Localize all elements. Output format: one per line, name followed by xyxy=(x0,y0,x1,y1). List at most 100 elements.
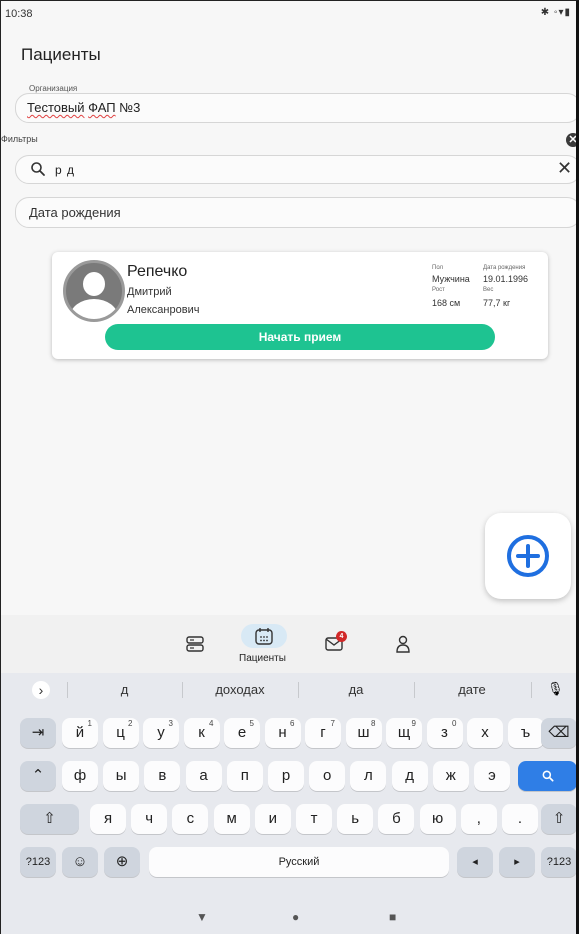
key[interactable]: з0 xyxy=(426,718,463,748)
key-label: д xyxy=(405,767,414,784)
key-label: и xyxy=(268,810,277,827)
key[interactable]: ж xyxy=(432,761,469,791)
keyboard-expand-button[interactable]: › xyxy=(32,681,50,699)
key[interactable]: ъ xyxy=(507,718,544,748)
key[interactable]: м xyxy=(213,804,250,834)
key-label: н xyxy=(278,724,287,741)
key[interactable]: ш8 xyxy=(345,718,382,748)
home-button[interactable]: ● xyxy=(292,910,299,924)
key[interactable]: л xyxy=(350,761,387,791)
key[interactable]: х xyxy=(467,718,503,748)
key-label: й xyxy=(75,724,85,741)
key[interactable]: б xyxy=(378,804,415,834)
key-number-hint: 0 xyxy=(452,719,457,728)
backspace-key[interactable]: ⌫ xyxy=(541,718,576,748)
suggestion-1[interactable]: д xyxy=(67,679,182,701)
key[interactable]: у3 xyxy=(143,718,179,748)
key[interactable]: й1 xyxy=(62,718,98,748)
key-label: с xyxy=(186,810,195,827)
key-label: к xyxy=(198,724,205,741)
avatar xyxy=(63,260,125,322)
key[interactable]: е5 xyxy=(224,718,260,748)
key[interactable]: и xyxy=(254,804,291,834)
avatar-head-shape xyxy=(83,272,105,296)
key-number-hint: 1 xyxy=(87,719,92,728)
key[interactable]: п xyxy=(226,761,263,791)
key-number-hint: 6 xyxy=(290,719,295,728)
nav-profile-icon[interactable] xyxy=(392,633,414,655)
cursor-right-key[interactable]: ▸ xyxy=(499,847,535,877)
key-label: в xyxy=(158,767,167,784)
key-label: . xyxy=(517,810,523,827)
shift-key-left[interactable]: ⇧ xyxy=(20,804,79,834)
key[interactable]: ы xyxy=(103,761,140,791)
weight-value: 77,7 кг xyxy=(483,298,511,308)
key-label: ы xyxy=(115,767,127,784)
microphone-icon[interactable]: 🎙 xyxy=(547,681,564,697)
key[interactable]: , xyxy=(460,804,497,834)
key[interactable]: р xyxy=(268,761,304,791)
caps-key[interactable]: ⌃ xyxy=(20,761,56,791)
key[interactable]: г7 xyxy=(305,718,341,748)
cursor-left-key[interactable]: ◂ xyxy=(457,847,493,877)
birthdate-placeholder: Дата рождения xyxy=(29,205,121,220)
nav-calendar-icon xyxy=(255,628,273,645)
search-clear-icon[interactable]: ✕ xyxy=(557,158,572,179)
sex-value: Мужчина xyxy=(432,274,470,284)
key[interactable]: ц2 xyxy=(102,718,139,748)
space-key[interactable]: Русский xyxy=(149,847,449,877)
organization-value-word3: №3 xyxy=(115,100,141,115)
key[interactable]: я xyxy=(90,804,126,834)
nav-servers-icon[interactable] xyxy=(184,633,206,655)
app-screen: 10:38 ✱ ◦▾▮ Пациенты Организация Тестовы… xyxy=(0,0,579,934)
key-label: ж xyxy=(445,767,456,784)
mail-badge: 4 xyxy=(336,631,347,642)
key[interactable]: щ9 xyxy=(386,718,422,748)
key-label: ь xyxy=(351,810,360,827)
key[interactable]: в xyxy=(144,761,181,791)
key[interactable]: ч xyxy=(131,804,168,834)
clear-filters-icon[interactable]: ✕ xyxy=(566,133,576,147)
suggestion-2[interactable]: доходах xyxy=(182,679,298,701)
sex-label: Пол xyxy=(432,265,444,271)
key[interactable]: ь xyxy=(337,804,374,834)
suggestion-3[interactable]: да xyxy=(298,679,414,701)
search-value: р д xyxy=(55,163,76,177)
key[interactable]: о xyxy=(309,761,346,791)
recents-button[interactable]: ■ xyxy=(389,910,396,924)
key-number-hint: 5 xyxy=(249,719,254,728)
dob-label: Дата рождения xyxy=(483,265,526,271)
start-appointment-button[interactable]: Начать прием xyxy=(105,324,495,350)
shift-key-right[interactable]: ⇧ xyxy=(541,804,576,834)
search-input[interactable] xyxy=(15,155,576,184)
symbols-key-left[interactable]: ?123 xyxy=(20,847,56,877)
add-patient-button[interactable] xyxy=(485,513,571,599)
key[interactable]: ю xyxy=(419,804,456,834)
keyboard-search-key[interactable] xyxy=(518,761,576,791)
key[interactable]: к4 xyxy=(183,718,220,748)
symbols-key-right[interactable]: ?123 xyxy=(541,847,576,877)
organization-value-word2: ФАП xyxy=(88,100,116,115)
key[interactable]: ф xyxy=(62,761,98,791)
emoji-key[interactable]: ☺ xyxy=(62,847,98,877)
globe-key[interactable]: ⊕ xyxy=(104,847,140,877)
key-label: ч xyxy=(145,810,154,827)
key[interactable]: . xyxy=(502,804,538,834)
key-number-hint: 7 xyxy=(330,719,335,728)
search-icon xyxy=(31,162,45,176)
key[interactable]: д xyxy=(391,761,428,791)
bottom-navigation xyxy=(1,615,576,673)
height-label: Рост xyxy=(432,287,445,293)
key-label: г xyxy=(320,724,326,741)
key-label: л xyxy=(364,767,373,784)
tab-key[interactable]: ⇥ xyxy=(20,718,56,748)
key[interactable]: т xyxy=(296,804,332,834)
back-button[interactable]: ▼ xyxy=(196,910,208,924)
suggestion-4[interactable]: дате xyxy=(414,679,530,701)
patient-middle-name: Алексанрович xyxy=(127,304,200,316)
plus-circle-icon xyxy=(507,535,549,577)
key[interactable]: н6 xyxy=(264,718,301,748)
key[interactable]: а xyxy=(185,761,222,791)
key[interactable]: с xyxy=(172,804,209,834)
key[interactable]: э xyxy=(474,761,510,791)
